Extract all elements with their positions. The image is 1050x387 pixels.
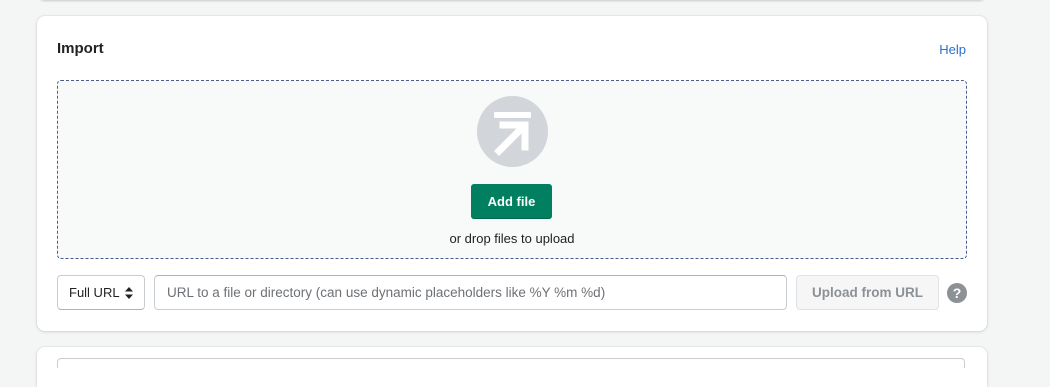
next-card: [37, 347, 987, 387]
upload-arrow-icon: [477, 96, 548, 167]
drop-hint-text: or drop files to upload: [449, 231, 575, 246]
file-dropzone[interactable]: Add file or drop files to upload: [57, 80, 967, 259]
upload-from-url-button[interactable]: Upload from URL: [796, 275, 939, 310]
next-card-field: [57, 358, 965, 368]
import-card-title: Import: [57, 40, 104, 57]
url-input[interactable]: [154, 275, 787, 310]
add-file-button[interactable]: Add file: [471, 184, 552, 219]
url-mode-selected-value: Full URL: [69, 285, 120, 300]
url-mode-select[interactable]: Full URL: [57, 275, 145, 310]
question-mark-icon[interactable]: ?: [947, 283, 967, 303]
help-link[interactable]: Help: [939, 42, 966, 57]
select-arrows-icon: [125, 287, 133, 299]
import-card: Import Help Add file or drop files to up…: [37, 16, 987, 331]
